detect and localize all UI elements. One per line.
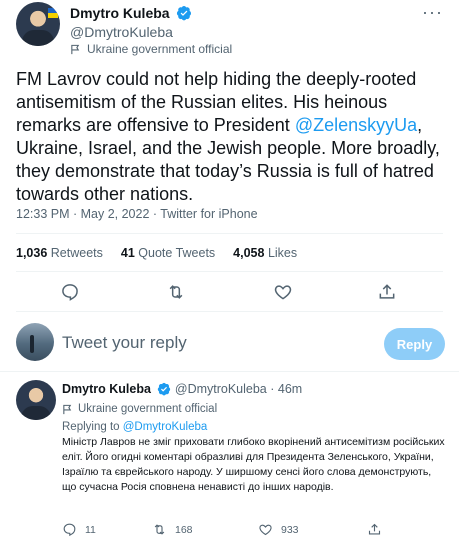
reply-actions: 11 168 933 xyxy=(62,522,442,538)
reply-icon[interactable] xyxy=(60,282,80,302)
reply-replies[interactable]: 11 xyxy=(62,522,96,537)
tweet-header: Dmytro Kuleba @DmytroKuleba ··· Ukraine … xyxy=(16,2,443,56)
divider xyxy=(16,233,443,234)
reply-button[interactable]: Reply xyxy=(384,328,445,360)
quotes-stat[interactable]: 41 Quote Tweets xyxy=(121,246,215,260)
author-name-row[interactable]: Dmytro Kuleba xyxy=(70,5,192,21)
tweet-text: FM Lavrov could not help hiding the deep… xyxy=(16,68,446,206)
like-icon[interactable] xyxy=(273,282,293,302)
reply-author-name[interactable]: Dmytro Kuleba xyxy=(62,382,151,396)
reply-input[interactable]: Tweet your reply xyxy=(62,333,187,353)
retweets-count: 168 xyxy=(175,523,193,536)
likes-count: 933 xyxy=(281,523,299,536)
reply-government-label: Ukraine government official xyxy=(62,403,217,415)
retweet-icon[interactable] xyxy=(166,282,186,302)
flag-icon xyxy=(71,44,80,54)
author-handle[interactable]: @DmytroKuleba xyxy=(70,24,173,40)
reply-author-handle[interactable]: @DmytroKuleba xyxy=(175,382,267,396)
reply-likes[interactable]: 933 xyxy=(258,522,299,537)
replies-count: 11 xyxy=(85,523,96,536)
tweet-stats: 1,036 Retweets 41 Quote Tweets 4,058 Lik… xyxy=(16,246,297,260)
quotes-count: 41 xyxy=(120,246,135,260)
reply-share[interactable] xyxy=(367,522,382,537)
retweets-label: Retweets xyxy=(50,246,103,260)
more-horizontal-icon[interactable]: ··· xyxy=(422,2,443,23)
quotes-label: Quote Tweets xyxy=(138,246,216,260)
divider xyxy=(16,271,443,272)
retweet-icon[interactable] xyxy=(152,522,167,537)
reply-tweet[interactable]: Dmytro Kuleba @DmytroKuleba · 46m Ukrain… xyxy=(0,372,459,551)
reply-composer: Tweet your reply Reply xyxy=(0,316,459,370)
retweets-count: 1,036 xyxy=(16,246,48,260)
reply-icon[interactable] xyxy=(62,522,77,537)
author-avatar[interactable] xyxy=(16,2,60,46)
author-name[interactable]: Dmytro Kuleba xyxy=(70,5,170,21)
reply-text: Міністр Лавров не зміг приховати глибоко… xyxy=(62,436,445,493)
likes-stat[interactable]: 4,058 Likes xyxy=(233,246,297,260)
share-icon[interactable] xyxy=(377,282,397,302)
like-icon[interactable] xyxy=(258,522,273,537)
likes-count: 4,058 xyxy=(233,246,265,260)
reply-government-label-text: Ukraine government official xyxy=(78,403,218,415)
user-avatar[interactable] xyxy=(16,323,54,361)
tweet-actions xyxy=(16,282,443,302)
government-label: Ukraine government official xyxy=(70,42,232,56)
government-label-text: Ukraine government official xyxy=(87,42,233,56)
retweets-stat[interactable]: 1,036 Retweets xyxy=(16,246,103,260)
mention-link[interactable]: @ZelenskyyUa xyxy=(295,115,417,135)
verified-badge-icon xyxy=(158,382,171,396)
replying-to: Replying to @DmytroKuleba xyxy=(62,421,207,433)
replying-to-link[interactable]: @DmytroKuleba xyxy=(123,421,208,433)
flag-icon xyxy=(63,404,72,414)
likes-label: Likes xyxy=(267,246,298,260)
reply-header: Dmytro Kuleba @DmytroKuleba · 46m xyxy=(62,382,303,396)
tweet-meta[interactable]: 12:33 PM · May 2, 2022 · Twitter for iPh… xyxy=(16,207,258,221)
reply-author-avatar[interactable] xyxy=(16,380,56,420)
replying-prefix: Replying to xyxy=(62,421,120,433)
reply-retweets[interactable]: 168 xyxy=(152,522,193,537)
reply-time[interactable]: 46m xyxy=(278,382,302,396)
verified-badge-icon xyxy=(177,6,192,21)
share-icon[interactable] xyxy=(367,522,382,537)
divider xyxy=(16,311,443,312)
